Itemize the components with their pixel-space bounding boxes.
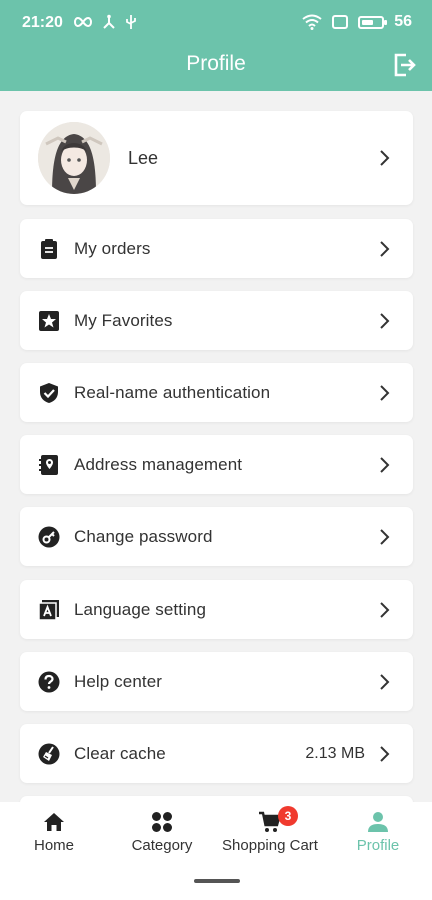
profile-username: Lee bbox=[128, 148, 159, 168]
home-icon bbox=[44, 813, 64, 831]
nav-label: Shopping Cart bbox=[222, 837, 318, 854]
home-indicator[interactable] bbox=[194, 879, 240, 883]
chevron-right-icon bbox=[380, 385, 390, 401]
user-icon bbox=[368, 812, 388, 832]
usb-icon bbox=[126, 15, 136, 29]
menu-item-help-center[interactable]: Help center bbox=[20, 652, 413, 711]
address-book-icon bbox=[39, 455, 58, 475]
menu-item-my-orders[interactable]: My orders bbox=[20, 219, 413, 278]
menu-label: My Favorites bbox=[74, 311, 173, 330]
menu-label: Address management bbox=[74, 455, 243, 474]
menu-item-real-name-authentication[interactable]: Real-name authentication bbox=[20, 363, 413, 422]
help-icon bbox=[38, 671, 60, 693]
chevron-right-icon bbox=[380, 529, 390, 545]
menu-label: Real-name authentication bbox=[74, 383, 271, 402]
menu-item-change-password[interactable]: Change password bbox=[20, 507, 413, 566]
status-bar: 21:20 56 bbox=[0, 0, 432, 46]
usb-tether-icon bbox=[103, 14, 115, 29]
chevron-right-icon bbox=[380, 746, 390, 762]
menu-label: Help center bbox=[74, 672, 163, 691]
chevron-right-icon bbox=[380, 150, 390, 166]
app-header: 21:20 56 Profile bbox=[0, 0, 432, 91]
nav-item-shopping-cart[interactable]: 3 Shopping Cart bbox=[216, 802, 324, 872]
status-system-icons: 56 bbox=[302, 13, 412, 31]
bottom-navigation: Home Category 3 Shopping Cart Profile bbox=[0, 802, 432, 900]
menu-item-address-management[interactable]: Address management bbox=[20, 435, 413, 494]
chevron-right-icon bbox=[380, 602, 390, 618]
battery-icon bbox=[358, 15, 388, 29]
clipboard-icon bbox=[41, 239, 57, 259]
chevron-right-icon bbox=[380, 674, 390, 690]
sim-icon bbox=[332, 15, 349, 29]
cache-size: 2.13 MB bbox=[305, 745, 365, 762]
menu-item-my-favorites[interactable]: My Favorites bbox=[20, 291, 413, 350]
menu-label: Change password bbox=[74, 527, 213, 546]
battery-level: 56 bbox=[394, 13, 412, 30]
language-icon bbox=[38, 600, 59, 621]
logout-icon[interactable] bbox=[391, 52, 417, 78]
category-icon bbox=[152, 812, 172, 832]
menu-item-language-setting[interactable]: Language setting bbox=[20, 580, 413, 639]
cart-badge: 3 bbox=[278, 806, 298, 826]
broom-icon bbox=[38, 743, 60, 765]
nav-label: Home bbox=[33, 837, 74, 854]
avatar-illustration bbox=[38, 122, 110, 194]
status-indicators bbox=[73, 14, 137, 30]
nav-item-profile[interactable]: Profile bbox=[324, 802, 432, 872]
key-icon bbox=[38, 526, 60, 548]
nav-item-home[interactable]: Home bbox=[0, 802, 108, 872]
chevron-right-icon bbox=[380, 241, 390, 257]
menu-item-clear-cache[interactable]: Clear cache 2.13 MB bbox=[20, 724, 413, 783]
profile-card[interactable]: Lee bbox=[20, 111, 413, 205]
star-icon bbox=[39, 311, 59, 331]
status-time: 21:20 bbox=[22, 14, 63, 31]
page-title: Profile bbox=[186, 52, 246, 75]
chevron-right-icon bbox=[380, 313, 390, 329]
avatar[interactable] bbox=[38, 122, 110, 194]
wifi-icon bbox=[302, 14, 322, 30]
shield-icon bbox=[40, 383, 58, 403]
menu-label: My orders bbox=[74, 239, 151, 258]
chevron-right-icon bbox=[380, 457, 390, 473]
infinity-icon bbox=[74, 16, 92, 28]
nav-label: Category bbox=[131, 837, 193, 854]
nav-label: Profile bbox=[356, 837, 400, 854]
nav-item-category[interactable]: Category bbox=[108, 802, 216, 872]
menu-label: Clear cache bbox=[74, 744, 166, 763]
menu-label: Language setting bbox=[74, 600, 207, 619]
